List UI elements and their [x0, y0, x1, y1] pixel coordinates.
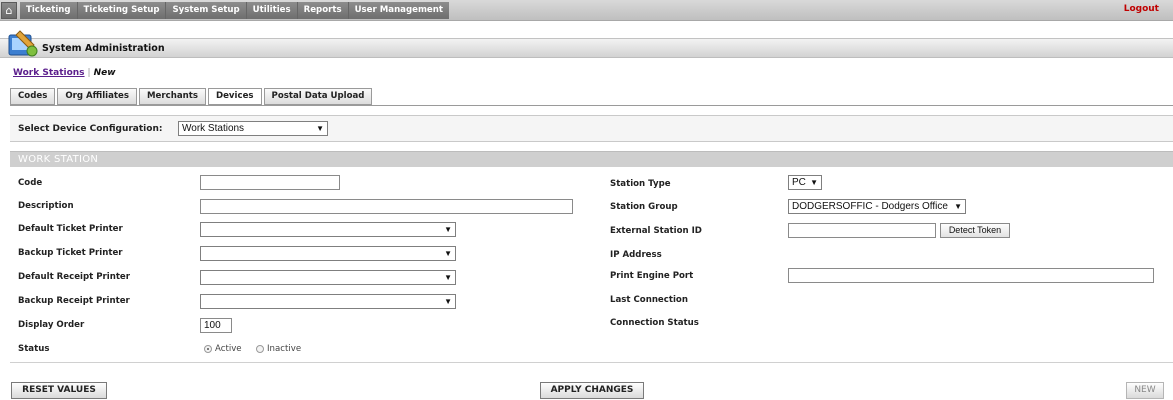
page-header: System Administration	[0, 30, 1173, 58]
station-type-select[interactable]: PC ▼	[788, 175, 822, 190]
logout-link[interactable]: Logout	[1124, 4, 1159, 14]
default-ticket-printer-label: Default Ticket Printer	[18, 224, 123, 234]
breadcrumb-current: New	[93, 68, 116, 78]
breadcrumb: Work Stations | New	[13, 68, 116, 78]
device-config-select[interactable]: Work Stations ▼	[178, 121, 328, 136]
dropdown-arrow-icon: ▼	[444, 225, 452, 234]
status-active-label: Active	[215, 344, 242, 354]
backup-receipt-printer-select[interactable]: ▼	[200, 294, 456, 309]
description-label: Description	[18, 201, 74, 211]
station-type-label: Station Type	[610, 179, 671, 189]
code-input[interactable]	[200, 175, 340, 190]
tab-divider	[10, 105, 1173, 106]
status-active-radio[interactable]: Active	[204, 344, 242, 354]
dropdown-arrow-icon: ▼	[954, 202, 962, 211]
nav-tab-ticketing[interactable]: Ticketing	[20, 2, 77, 19]
station-group-select[interactable]: DODGERSOFFIC - Dodgers Office ▼	[788, 199, 966, 214]
code-label: Code	[18, 178, 43, 188]
detect-token-button[interactable]: Detect Token	[940, 223, 1010, 238]
print-engine-port-label: Print Engine Port	[610, 271, 694, 281]
house-icon[interactable]: ⌂	[1, 2, 17, 19]
sub-tabs: Codes Org Affiliates Merchants Devices P…	[10, 88, 373, 105]
nav-tab-reports[interactable]: Reports	[297, 2, 348, 19]
external-station-id-input[interactable]	[788, 223, 936, 238]
work-station-form: Code Description Default Ticket Printer …	[10, 167, 1173, 363]
default-ticket-printer-select[interactable]: ▼	[200, 222, 456, 237]
page-title: System Administration	[42, 43, 165, 54]
status-inactive-radio[interactable]: Inactive	[256, 344, 301, 354]
top-nav: ⌂ Ticketing Ticketing Setup System Setup…	[0, 0, 1173, 21]
backup-ticket-printer-select[interactable]: ▼	[200, 246, 456, 261]
main-tabs: Ticketing Ticketing Setup System Setup U…	[20, 2, 449, 19]
tab-codes[interactable]: Codes	[10, 88, 56, 105]
dropdown-arrow-icon: ▼	[444, 297, 452, 306]
status-inactive-label: Inactive	[267, 344, 302, 354]
tab-devices[interactable]: Devices	[207, 88, 262, 105]
nav-tab-system-setup[interactable]: System Setup	[166, 2, 246, 19]
section-title: WORK STATION	[18, 154, 99, 165]
dropdown-arrow-icon: ▼	[444, 249, 452, 258]
print-engine-port-input[interactable]	[788, 268, 1154, 283]
external-station-id-label: External Station ID	[610, 226, 702, 236]
breadcrumb-work-stations[interactable]: Work Stations	[13, 68, 85, 78]
new-button[interactable]: NEW	[1126, 382, 1164, 399]
tab-org-affiliates[interactable]: Org Affiliates	[57, 88, 137, 105]
ip-address-label: IP Address	[610, 250, 662, 260]
backup-ticket-printer-label: Backup Ticket Printer	[18, 248, 123, 258]
system-admin-icon	[8, 30, 38, 57]
dropdown-arrow-icon: ▼	[316, 124, 324, 133]
breadcrumb-separator: |	[87, 68, 91, 78]
nav-tab-user-management[interactable]: User Management	[348, 2, 449, 19]
device-config-bar: Select Device Configuration: Work Statio…	[10, 115, 1173, 142]
status-label: Status	[18, 344, 50, 354]
description-input[interactable]	[200, 199, 573, 214]
display-order-input[interactable]: 100	[200, 318, 232, 333]
display-order-label: Display Order	[18, 320, 85, 330]
connection-status-label: Connection Status	[610, 318, 699, 328]
default-receipt-printer-label: Default Receipt Printer	[18, 272, 131, 282]
dropdown-arrow-icon: ▼	[810, 178, 818, 187]
reset-values-button[interactable]: RESET VALUES	[11, 382, 107, 399]
nav-tab-ticketing-setup[interactable]: Ticketing Setup	[77, 2, 166, 19]
nav-tab-utilities[interactable]: Utilities	[246, 2, 297, 19]
station-group-label: Station Group	[610, 202, 678, 212]
device-config-label: Select Device Configuration:	[18, 124, 163, 134]
radio-checked-icon	[204, 345, 212, 353]
tab-postal-data-upload[interactable]: Postal Data Upload	[263, 88, 373, 105]
apply-changes-button[interactable]: APPLY CHANGES	[540, 382, 644, 399]
radio-unchecked-icon	[256, 345, 264, 353]
device-config-value: Work Stations	[182, 123, 245, 134]
backup-receipt-printer-label: Backup Receipt Printer	[18, 296, 130, 306]
work-station-section-header: WORK STATION	[10, 151, 1173, 167]
default-receipt-printer-select[interactable]: ▼	[200, 270, 456, 285]
station-type-value: PC	[792, 177, 806, 188]
last-connection-label: Last Connection	[610, 295, 688, 305]
station-group-value: DODGERSOFFIC - Dodgers Office	[792, 201, 948, 212]
tab-merchants[interactable]: Merchants	[138, 88, 206, 105]
dropdown-arrow-icon: ▼	[444, 273, 452, 282]
